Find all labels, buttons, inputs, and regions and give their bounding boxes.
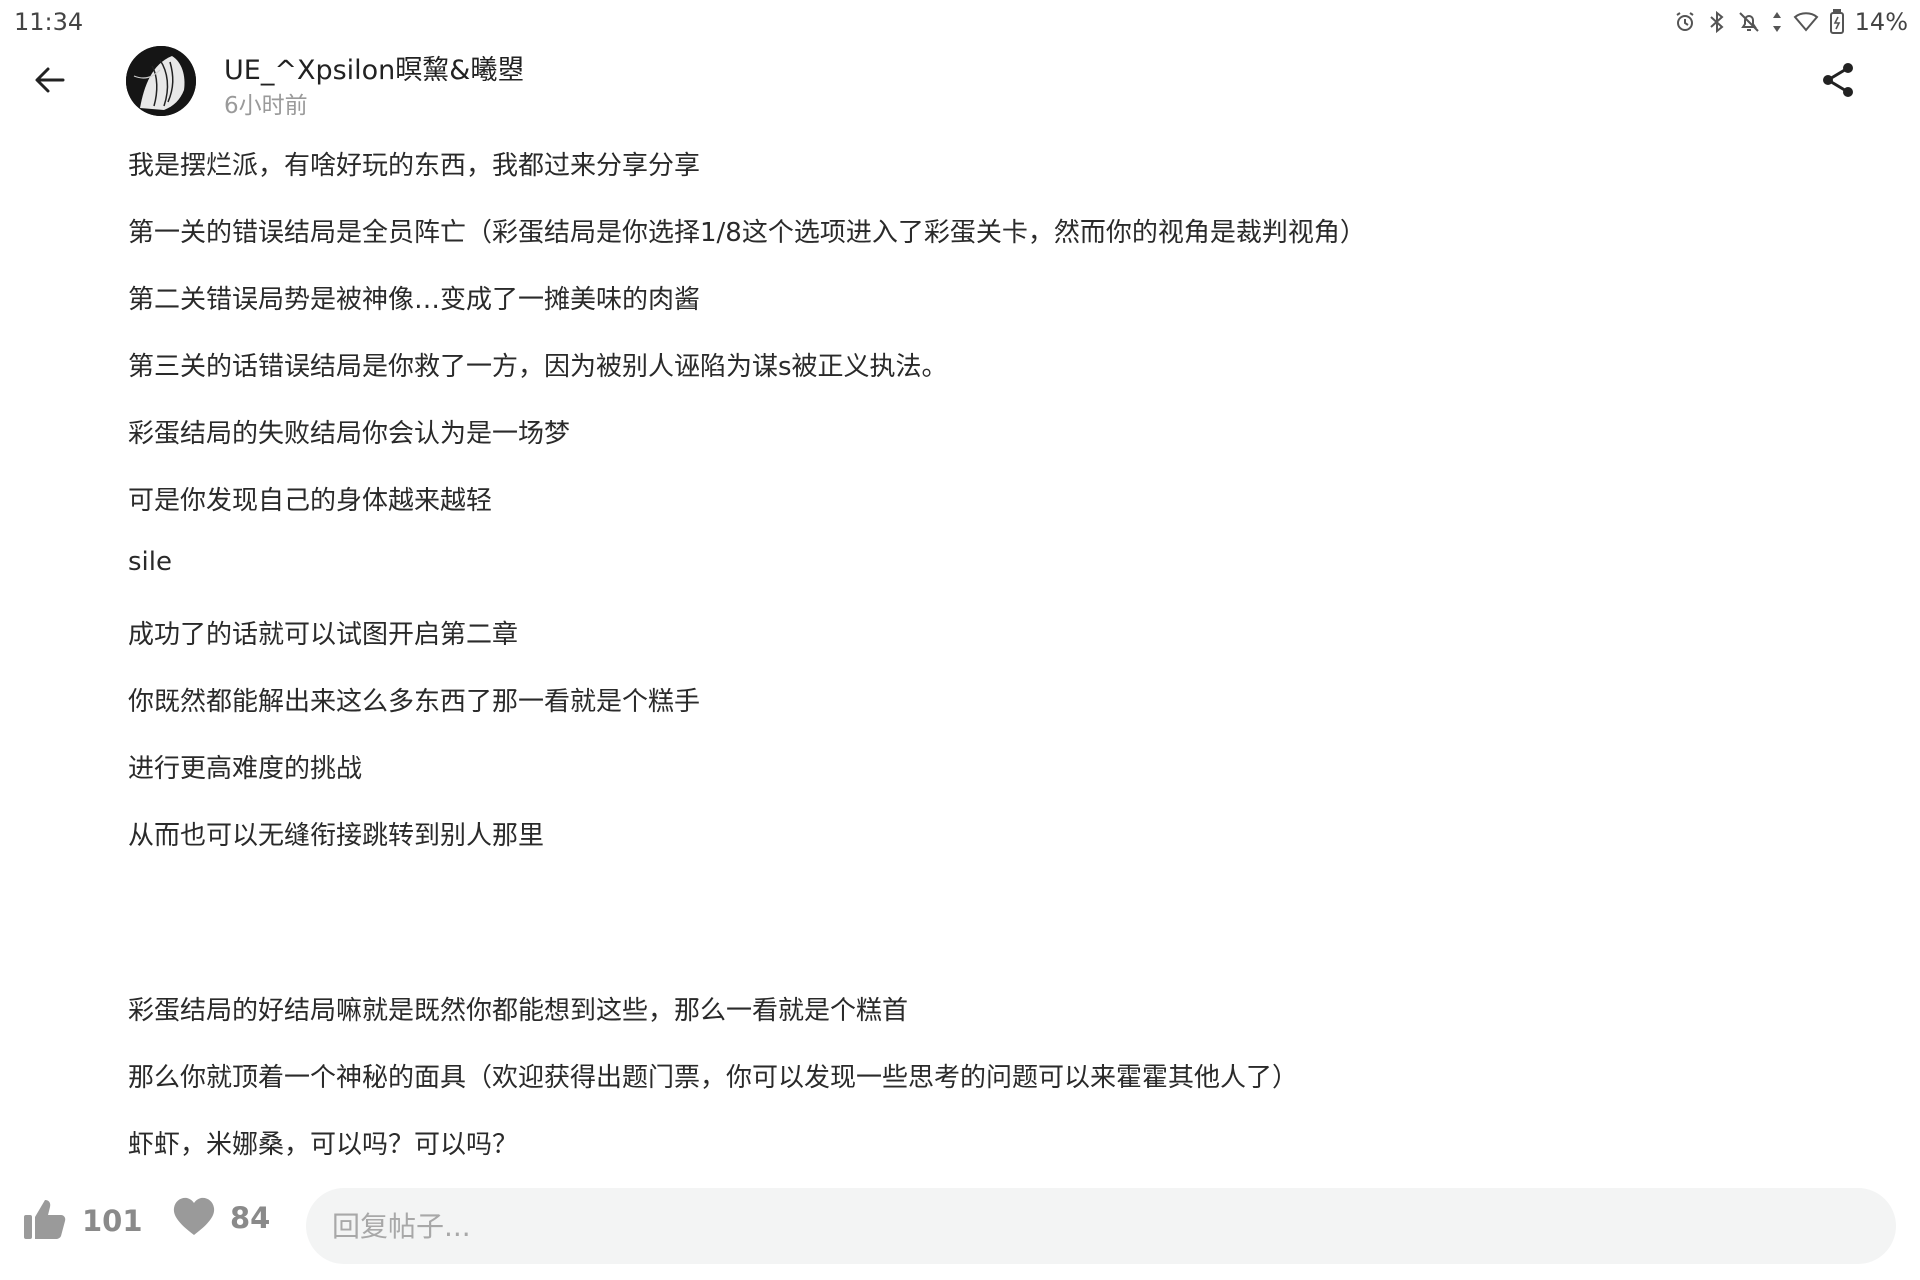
- share-icon: [1821, 62, 1855, 102]
- post-line: sile: [128, 547, 172, 577]
- post-line: 进行更高难度的挑战: [128, 754, 363, 784]
- like-count: 101: [82, 1204, 143, 1238]
- post-line: 第一关的错误结局是全员阵亡（彩蛋结局是你选择1/8这个选项进入了彩蛋关卡，然而你…: [128, 218, 1366, 248]
- post-line: 彩蛋结局的失败结局你会认为是一场梦: [128, 419, 571, 449]
- back-arrow-icon: [33, 63, 67, 101]
- alarm-icon: [1673, 10, 1697, 34]
- data-transfer-icon: [1771, 10, 1783, 34]
- post-line: 那么你就顶着一个神秘的面具（欢迎获得出题门票，你可以发现一些思考的问题可以来霍霍…: [128, 1063, 1299, 1093]
- favorite-count: 84: [230, 1201, 271, 1235]
- thumbs-up-icon: [22, 1196, 68, 1246]
- favorite-button[interactable]: 84: [172, 1196, 270, 1240]
- reply-input[interactable]: [306, 1188, 1896, 1264]
- author-avatar[interactable]: [126, 46, 196, 116]
- post-line: 彩蛋结局的好结局嘛就是既然你都能想到这些，那么一看就是个糕首: [128, 996, 909, 1026]
- bottom-action-bar: 101 84: [0, 1180, 1920, 1276]
- battery-icon: [1829, 9, 1845, 35]
- wifi-icon: [1793, 10, 1819, 34]
- post-line: 成功了的话就可以试图开启第二章: [128, 620, 519, 650]
- notifications-off-icon: [1737, 10, 1761, 34]
- status-time: 11:34: [14, 8, 84, 36]
- heart-icon: [172, 1196, 216, 1240]
- post-time: 6小时前: [224, 93, 308, 119]
- post-line: 我是摆烂派，有啥好玩的东西，我都过来分享分享: [128, 151, 701, 181]
- battery-percentage: 14%: [1854, 8, 1908, 36]
- status-bar: 11:34 14%: [0, 0, 1920, 44]
- status-icons: 14%: [1673, 8, 1908, 36]
- post-line: 你既然都能解出来这么多东西了那一看就是个糕手: [128, 687, 701, 717]
- post-line: 第二关错误局势是被神像…变成了一摊美味的肉酱: [128, 285, 701, 315]
- share-button[interactable]: [1818, 62, 1858, 102]
- post-line: 虾虾，米娜桑，可以吗？可以吗？: [128, 1130, 519, 1160]
- post-line: 第三关的话错误结局是你救了一方，因为被别人诬陷为谋s被正义执法。: [128, 352, 948, 382]
- post-line: 可是你发现自己的身体越来越轻: [128, 486, 493, 516]
- like-button[interactable]: 101: [22, 1196, 143, 1246]
- bluetooth-icon: [1707, 10, 1727, 34]
- back-button[interactable]: [30, 62, 70, 102]
- author-name[interactable]: UE_^Xpsilon暝黧&曦曌: [224, 48, 524, 87]
- post-line: 从而也可以无缝衔接跳转到别人那里: [128, 821, 545, 851]
